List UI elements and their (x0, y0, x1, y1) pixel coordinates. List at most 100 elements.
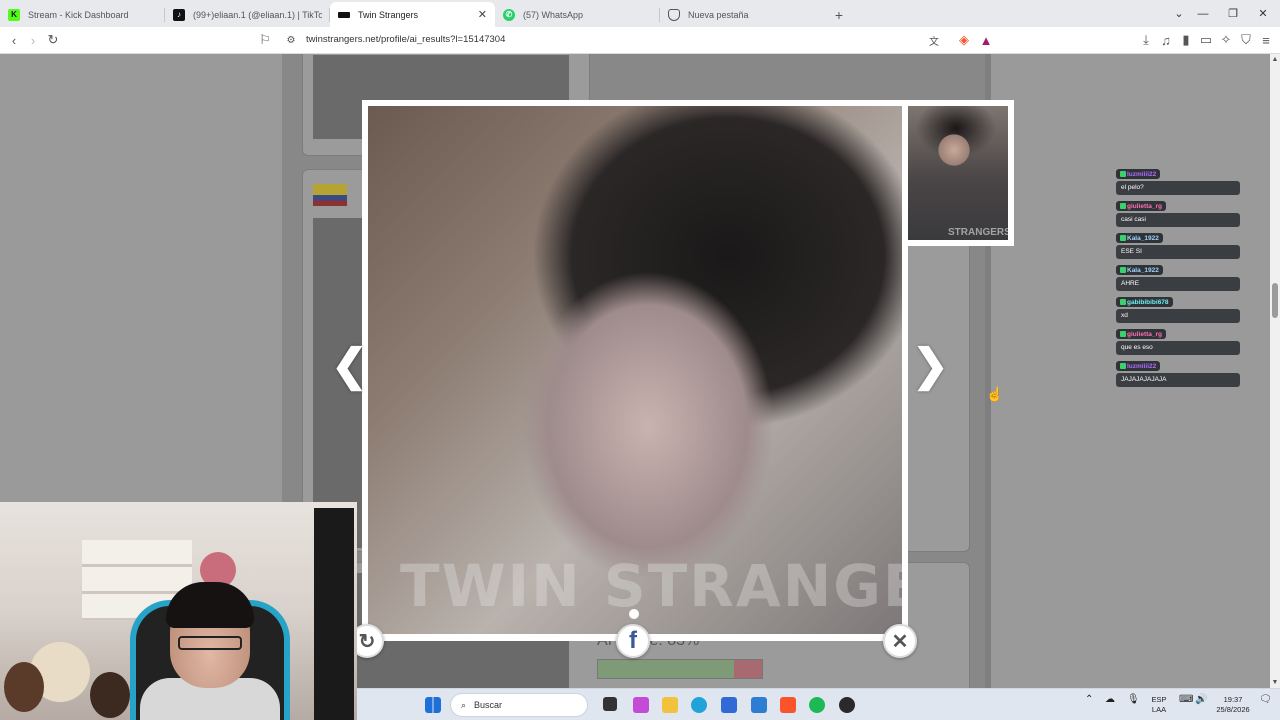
brave-shield-icon (668, 8, 680, 21)
edge-icon[interactable] (691, 697, 707, 713)
page-scrollbar[interactable]: ▲ ▼ (1270, 54, 1280, 688)
leo-ai-icon[interactable]: ✧ (1218, 32, 1234, 48)
download-icon[interactable]: ⤓ (1138, 32, 1154, 48)
chat-username-text: giulietta_rg (1127, 202, 1163, 210)
prev-arrow-icon[interactable]: ❮ (331, 344, 368, 388)
chat-username-text: gabibibibi678 (1127, 298, 1169, 306)
spotify-icon[interactable] (809, 697, 825, 713)
brave-rewards-icon[interactable]: ▲ (978, 32, 994, 48)
chat-message: Kala_1922 AHRE (1116, 262, 1242, 291)
tab-title: (99+)eliaan.1 (@eliaan.1) | TikTok (193, 9, 322, 20)
chat-badge-icon (1120, 203, 1126, 209)
close-modal-button[interactable]: ✕ (883, 624, 917, 658)
search-icon: ⌕ (461, 699, 467, 710)
scroll-up-icon[interactable]: ▲ (1270, 56, 1280, 63)
keyboard-layout: LAA (1151, 705, 1167, 714)
chat-badge-icon (1120, 267, 1126, 273)
reload-icon[interactable]: ↻ (45, 32, 61, 48)
chat-username[interactable]: Kala_1922 (1116, 233, 1163, 243)
onedrive-icon[interactable]: ☁ (1105, 695, 1115, 705)
whatsapp-icon: ✆ (503, 8, 515, 21)
mic-icon[interactable]: 🎙 (1127, 695, 1140, 705)
chat-username-text: Kala_1922 (1127, 266, 1159, 274)
chat-username[interactable]: luzmiiii22 (1116, 169, 1161, 179)
task-view-icon[interactable] (603, 697, 617, 711)
tab-title: Twin Strangers (358, 9, 419, 20)
chat-message: gabibibibi678 xd (1116, 294, 1242, 323)
tab-whatsapp[interactable]: ✆ (57) WhatsApp (495, 2, 660, 27)
site-info-icon[interactable]: ⚙ (283, 32, 299, 48)
chat-username-text: giulietta_rg (1127, 330, 1163, 338)
taskbar-search[interactable]: ⌕ Buscar (450, 693, 588, 717)
back-icon[interactable]: ‹ (6, 32, 22, 48)
tab-tiktok[interactable]: ♪ (99+)eliaan.1 (@eliaan.1) | TikTok (165, 2, 330, 27)
facebook-share-button[interactable]: f (616, 624, 650, 658)
thumb-watermark: STRANGERS (948, 227, 1008, 238)
thumbnail-photo[interactable]: STRANGERS (908, 106, 1008, 240)
volume-icon[interactable]: 🔊 (1195, 695, 1207, 705)
menu-icon[interactable]: ≡ (1258, 32, 1274, 48)
tray-chevron-icon[interactable]: ⌃ (1085, 695, 1093, 705)
next-arrow-icon[interactable]: ❯ (912, 344, 949, 388)
chat-text: AHRE (1116, 277, 1240, 291)
brave-icon[interactable] (780, 697, 796, 713)
obs-icon[interactable] (839, 697, 855, 713)
chat-username[interactable]: gabibibibi678 (1116, 297, 1173, 307)
chat-text: JAJAJAJAJAJA (1116, 373, 1240, 387)
streamer-glasses (178, 636, 242, 650)
store-icon[interactable] (721, 697, 737, 713)
tab-kick-dashboard[interactable]: K Stream - Kick Dashboard (0, 2, 165, 27)
scroll-down-icon[interactable]: ▼ (1270, 679, 1280, 686)
chat-badge-icon (1120, 299, 1126, 305)
media-icon[interactable]: ♫ (1158, 32, 1174, 48)
vpn-icon[interactable]: ⛉ (1238, 32, 1254, 48)
ai-score-bar (597, 659, 763, 679)
plush-toy (90, 672, 130, 718)
network-icon[interactable]: ⌨ (1179, 695, 1193, 705)
wallet-icon[interactable]: ▭ (1198, 32, 1214, 48)
restore-icon[interactable]: ❐ (1218, 0, 1248, 27)
tab-title: Stream - Kick Dashboard (28, 9, 129, 20)
new-tab-button[interactable]: + (825, 2, 853, 27)
sidebar-icon[interactable]: ▮ (1178, 32, 1194, 48)
chat-username[interactable]: giulietta_rg (1116, 201, 1167, 211)
watermark: TWIN STRANGERS (400, 552, 902, 620)
tab-new-tab[interactable]: Nueva pestaña (660, 2, 825, 27)
forward-icon[interactable]: › (25, 32, 41, 48)
ai-score-remainder (734, 660, 762, 678)
clock[interactable]: 19:37 25/8/2026 (1213, 695, 1253, 715)
chat-text: xd (1116, 309, 1240, 323)
chat-message: luzmiiii22 el pelo? (1116, 166, 1242, 195)
chat-username[interactable]: Kala_1922 (1116, 265, 1163, 275)
webcam-overlay (0, 502, 357, 720)
bookmark-icon[interactable]: ⚐ (257, 32, 273, 48)
address-toolbar: ‹ › ↻ ⚐ ⚙ twinstrangers.net/profile/ai_r… (0, 27, 1280, 54)
cursor-icon: ☝ (986, 386, 1004, 402)
url-bar[interactable]: twinstrangers.net/profile/ai_results?l=1… (306, 34, 505, 45)
brave-shields-icon[interactable]: ◈ (956, 32, 972, 48)
chat-username-text: Kala_1922 (1127, 234, 1159, 242)
tab-title: (57) WhatsApp (523, 9, 584, 20)
photos-icon[interactable] (633, 697, 649, 713)
notifications-icon[interactable]: 🗨 (1259, 695, 1272, 705)
close-window-icon[interactable]: ✕ (1248, 0, 1278, 27)
language-indicator[interactable]: ESP LAA (1147, 695, 1171, 715)
chat-username[interactable]: giulietta_rg (1116, 329, 1167, 339)
colombia-flag-icon (313, 184, 347, 206)
chat-badge-icon (1120, 171, 1126, 177)
close-tab-icon[interactable]: ✕ (478, 8, 487, 21)
outlook-icon[interactable] (751, 697, 767, 713)
tab-twin-strangers[interactable]: Twin Strangers ✕ (330, 2, 495, 27)
plush-toy (4, 662, 44, 712)
chat-badge-icon (1120, 331, 1126, 337)
search-placeholder: Buscar (474, 700, 503, 710)
slide-indicator (629, 609, 639, 619)
chat-text: el pelo? (1116, 181, 1240, 195)
translate-icon[interactable]: 文 (926, 32, 942, 48)
scrollbar-thumb[interactable] (1272, 283, 1278, 318)
file-explorer-icon[interactable] (662, 697, 678, 713)
windows-start-icon[interactable] (425, 697, 441, 713)
chat-username[interactable]: luzmiiii22 (1116, 361, 1161, 371)
chat-message: giulietta_rg que es eso (1116, 326, 1242, 355)
minimize-icon[interactable]: — (1188, 0, 1218, 27)
